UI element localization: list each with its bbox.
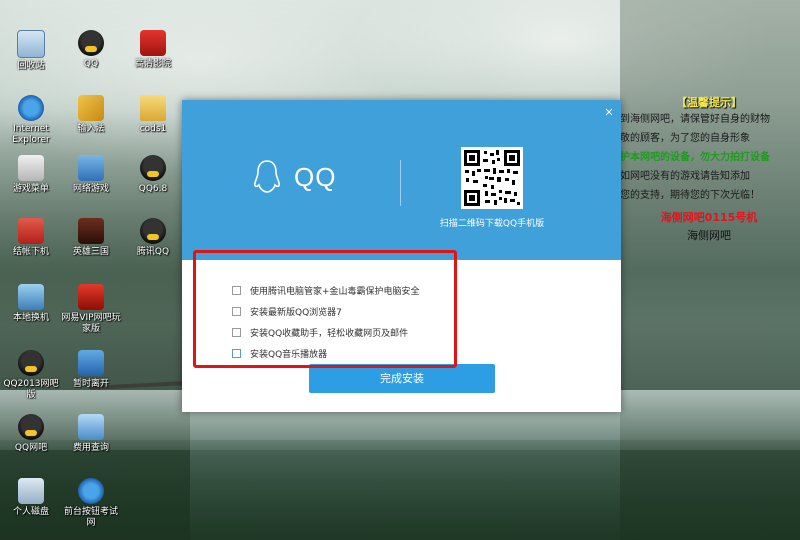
desktop-icon-label: 回收站: [17, 61, 45, 71]
qq-penguin-icon: [140, 155, 166, 181]
desktop-icon-label: QQ2013网吧版: [3, 379, 59, 400]
desktop-icon-qq-netbar[interactable]: QQ网吧: [0, 414, 62, 454]
desktop-icon-netease-vip[interactable]: 网易VIP网吧玩家版: [60, 284, 122, 335]
vip-icon: [78, 284, 104, 310]
desktop-icon-cods1[interactable]: cods1: [122, 95, 184, 135]
desktop-icon-label: 英雄三国: [72, 247, 109, 257]
computer-icon: [18, 284, 44, 310]
power-icon: [18, 218, 44, 244]
desktop-icon-label: QQ网吧: [14, 443, 48, 453]
game-menu-icon: [18, 155, 44, 181]
desktop-icon-label: 输入法: [77, 124, 105, 134]
desktop-icon-label: QQ: [83, 59, 99, 69]
notice-title: 【温馨提示】: [676, 96, 742, 109]
desktop-icon-input-method[interactable]: 输入法: [60, 95, 122, 135]
close-button[interactable]: ✕: [602, 106, 616, 120]
desktop-icon-personal-disk[interactable]: 个人磁盘: [0, 478, 62, 518]
desktop-icon-tencent-qq[interactable]: 腾讯QQ: [122, 218, 184, 258]
qq-logo-icon: [254, 160, 280, 193]
finish-install-button[interactable]: 完成安装: [309, 364, 495, 393]
game-icon: [78, 218, 104, 244]
desktop-icon-label: Internet Explorer: [12, 124, 50, 145]
desktop-icon-local-switch[interactable]: 本地换机: [0, 284, 62, 324]
desktop-icon-label: 费用查询: [72, 443, 109, 453]
dialog-header: ✕ QQ 扫描二维码下载QQ手机版: [182, 100, 621, 260]
desktop-icon-heroes-three-kingdoms[interactable]: 英雄三国: [60, 218, 122, 258]
desktop-icon-internet-explorer[interactable]: Internet Explorer: [0, 95, 62, 146]
desktop-icon-label: 暂时离开: [72, 379, 109, 389]
desktop-icon-label: 腾讯QQ: [136, 247, 170, 257]
qr-code-icon: [461, 147, 523, 209]
desktop-icon-online-games[interactable]: 网络游戏: [60, 155, 122, 195]
desktop-icon-away[interactable]: 暂时离开: [60, 350, 122, 390]
desktop-icon-label: 网易VIP网吧玩家版: [61, 313, 121, 334]
video-player-icon: [140, 30, 166, 56]
internet-explorer-icon: [18, 95, 44, 121]
header-divider: [400, 160, 401, 206]
desktop-icon-label: 网络游戏: [72, 184, 109, 194]
desktop-icon-label: 个人磁盘: [12, 507, 49, 517]
desktop-icon-game-menu[interactable]: 游戏菜单: [0, 155, 62, 195]
desktop-icon-label: 游戏菜单: [12, 184, 49, 194]
desktop-icon-front-desk[interactable]: 前台按钮考试网: [60, 478, 122, 529]
desktop-icon-qq68[interactable]: QQ6.8: [122, 155, 184, 195]
disk-icon: [18, 478, 44, 504]
notice-line-warning: 护本网吧的设备，勿大力拍打设备: [620, 152, 770, 163]
desktop-icon-qq[interactable]: QQ: [60, 30, 122, 70]
desktop-icon-hd-cinema[interactable]: 高清影院: [122, 30, 184, 70]
input-method-icon: [78, 95, 104, 121]
notice-machine-number: 海侧网吧0115号机: [660, 211, 758, 224]
qq-penguin-icon: [18, 350, 44, 376]
red-highlight-box: [193, 250, 457, 368]
online-games-icon: [78, 155, 104, 181]
search-icon: [78, 414, 104, 440]
internet-explorer-icon: [78, 478, 104, 504]
desktop-icon-checkout[interactable]: 结帐下机: [0, 218, 62, 258]
notice-line: 到海侧网吧，请保管好自身的财物: [620, 114, 770, 125]
recycle-bin-icon: [17, 30, 45, 58]
desktop-icon-label: 前台按钮考试网: [63, 507, 118, 528]
notice-line: 您的支持，期待您的下次光临！: [620, 190, 760, 201]
notice-line: 如网吧没有的游戏请告知添加: [620, 171, 750, 182]
desktop-icon-fee-query[interactable]: 费用查询: [60, 414, 122, 454]
desktop-icon-recycle-bin[interactable]: 回收站: [0, 30, 62, 72]
folder-icon: [140, 95, 166, 121]
qq-penguin-icon: [78, 30, 104, 56]
qq-logo-text: QQ: [294, 162, 337, 192]
desktop-icon-label: cods1: [139, 124, 167, 134]
desktop-icon-label: 高清影院: [134, 59, 171, 69]
qq-penguin-icon: [18, 414, 44, 440]
qr-caption: 扫描二维码下载QQ手机版: [439, 219, 545, 229]
lock-icon: [78, 350, 104, 376]
desktop-icon-label: QQ6.8: [138, 184, 168, 194]
desktop-icon-label: 结帐下机: [12, 247, 49, 257]
desktop-icon-label: 本地换机: [12, 313, 49, 323]
notice-line: 敬的顾客，为了您的自身形象: [620, 133, 750, 144]
qq-penguin-icon: [140, 218, 166, 244]
netbar-notice: 【温馨提示】 到海侧网吧，请保管好自身的财物 敬的顾客，为了您的自身形象 护本网…: [618, 90, 800, 270]
notice-footer: 海侧网吧: [687, 229, 731, 242]
desktop-icon-qq2013[interactable]: QQ2013网吧版: [0, 350, 62, 401]
